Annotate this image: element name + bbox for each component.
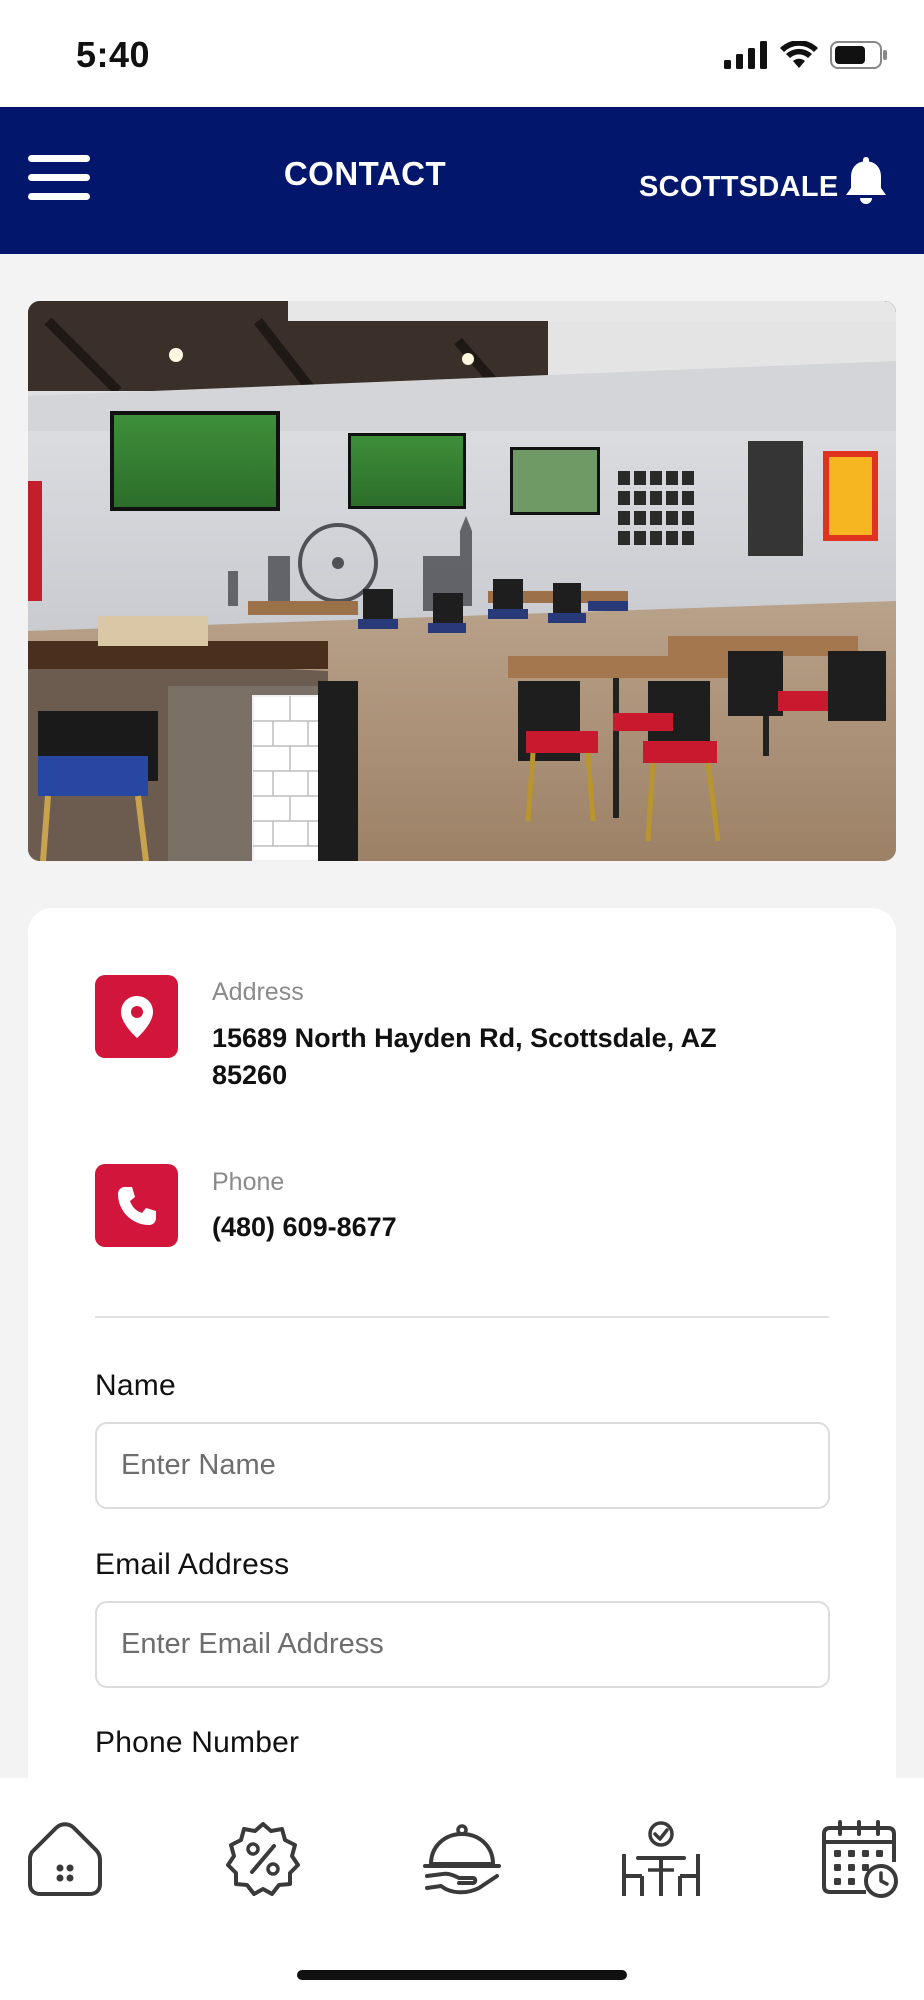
- phone-number-link[interactable]: (480) 609-8677: [212, 1209, 397, 1246]
- battery-icon: [830, 41, 887, 69]
- address-line-2: 85260: [212, 1060, 288, 1090]
- page-title: CONTACT: [283, 155, 447, 192]
- address-label: Address: [212, 978, 304, 1006]
- notification-button[interactable]: [843, 155, 889, 207]
- app-header: CONTACT SCOTTSDALE: [0, 107, 924, 254]
- phone-icon: [117, 1186, 156, 1225]
- nav-menu[interactable]: [421, 1818, 503, 1900]
- phone-number-label: Phone Number: [95, 1726, 300, 1759]
- restaurant-photo: [28, 301, 896, 861]
- nav-events[interactable]: [818, 1818, 900, 1900]
- nav-home[interactable]: [24, 1818, 106, 1900]
- divider: [95, 1316, 829, 1318]
- calendar-clock-icon: [822, 1820, 898, 1898]
- location-selector[interactable]: SCOTTSDALE: [639, 171, 839, 204]
- restaurant-interior-illustration: [28, 301, 896, 861]
- cellular-signal-icon: [724, 41, 767, 69]
- address-icon-tile: [95, 975, 178, 1058]
- discount-badge-icon: [226, 1822, 300, 1896]
- wifi-icon: [780, 41, 818, 68]
- email-input[interactable]: [95, 1601, 830, 1688]
- name-input[interactable]: [95, 1422, 830, 1509]
- food-cloche-icon: [423, 1824, 501, 1895]
- nav-reservations[interactable]: [620, 1818, 702, 1900]
- phone-icon-tile[interactable]: [95, 1164, 178, 1247]
- reservation-table-icon: [622, 1821, 700, 1896]
- location-pin-icon: [120, 995, 153, 1038]
- status-time: 5:40: [76, 34, 151, 75]
- contact-screen: 5:40 CONTACT SCOTTSDALE Address 15689 No…: [0, 0, 924, 2000]
- bell-icon: [846, 157, 886, 204]
- home-icon: [28, 1822, 102, 1896]
- nav-offers[interactable]: [222, 1818, 304, 1900]
- address-line-1: 15689 North Hayden Rd, Scottsdale, AZ: [212, 1023, 717, 1053]
- bottom-nav: [0, 1778, 924, 2000]
- status-icons: [724, 38, 888, 72]
- phone-label: Phone: [212, 1168, 285, 1196]
- home-indicator[interactable]: [297, 1970, 627, 1980]
- status-bar: 5:40: [0, 0, 924, 107]
- name-label: Name: [95, 1369, 176, 1402]
- email-label: Email Address: [95, 1548, 290, 1581]
